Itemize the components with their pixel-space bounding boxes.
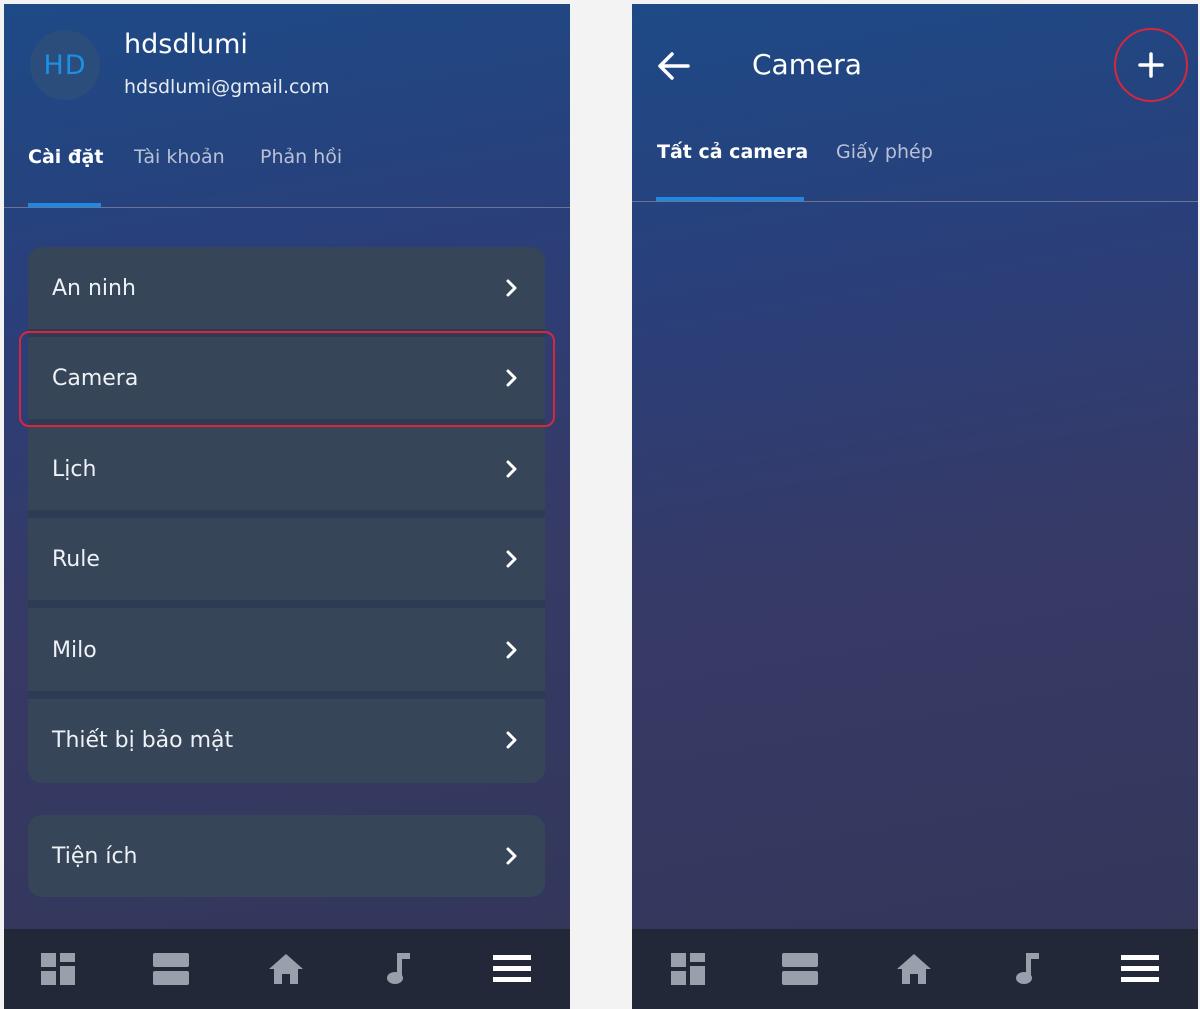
plus-icon [1138,52,1164,78]
chevron-right-icon [506,279,517,297]
menu-item-schedule[interactable]: Lịch [28,428,545,510]
tabs-divider [632,201,1198,202]
music-icon[interactable] [1008,951,1048,987]
avatar[interactable]: HD [30,30,100,100]
menu-item-security[interactable]: An ninh [28,247,545,329]
divider [28,691,545,699]
menu-item-label: Tiện ích [52,843,138,869]
menu-icon[interactable] [1120,951,1160,987]
menu-item-utilities[interactable]: Tiện ích [28,815,545,897]
chevron-right-icon [506,641,517,659]
rooms-icon[interactable] [151,951,191,987]
menu-item-rule[interactable]: Rule [28,518,545,600]
avatar-initials: HD [43,49,87,81]
back-arrow-icon[interactable] [656,50,692,82]
menu-item-label: Milo [52,637,97,663]
menu-item-label: Camera [52,365,139,391]
chevron-right-icon [506,731,517,749]
divider [28,419,545,427]
menu-item-label: An ninh [52,275,136,301]
menu-item-label: Rule [52,546,100,572]
tab-account[interactable]: Tài khoản [134,146,225,168]
bottom-nav [4,929,570,1009]
utilities-menu-card: Tiện ích [28,815,545,897]
dashboard-icon[interactable] [38,951,78,987]
chevron-right-icon [506,550,517,568]
home-icon[interactable] [266,951,306,987]
menu-item-label: Lịch [52,456,97,482]
bottom-nav [632,929,1198,1009]
user-name: hdsdlumi [124,29,248,60]
menu-item-label: Thiết bị bảo mật [52,727,234,753]
chevron-right-icon [506,369,517,387]
tab-settings[interactable]: Cài đặt [28,146,103,168]
dashboard-icon[interactable] [668,951,708,987]
menu-icon[interactable] [492,951,532,987]
divider [28,510,545,518]
menu-item-camera[interactable]: Camera [28,337,545,419]
home-icon[interactable] [894,951,934,987]
chevron-right-icon [506,460,517,478]
tab-licenses[interactable]: Giấy phép [836,141,933,163]
divider [28,600,545,608]
menu-item-milo[interactable]: Milo [28,609,545,691]
settings-screen: HD hdsdlumi hdsdlumi@gmail.com Cài đặt T… [4,4,570,1009]
camera-screen: Camera Tất cả camera Giấy phép [632,4,1198,1009]
rooms-icon[interactable] [780,951,820,987]
add-camera-button[interactable] [1114,28,1188,102]
chevron-right-icon [506,847,517,865]
tabs-divider [4,207,570,208]
settings-menu-card: An ninh Camera Lịch Rule Milo Thiết bị b… [28,247,545,783]
divider [28,329,545,337]
menu-item-security-devices[interactable]: Thiết bị bảo mật [28,699,545,781]
tab-all-cameras[interactable]: Tất cả camera [657,141,808,163]
user-email: hdsdlumi@gmail.com [124,76,330,98]
tab-feedback[interactable]: Phản hồi [260,146,342,168]
page-title: Camera [752,48,862,81]
music-icon[interactable] [379,951,419,987]
